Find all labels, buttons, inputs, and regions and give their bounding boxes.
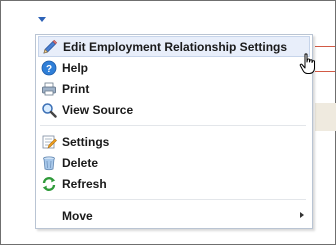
menu-item-label: Settings: [62, 134, 110, 149]
menu-separator: [40, 199, 306, 200]
menu-item-label: Print: [62, 81, 90, 96]
menu-item-label: Delete: [62, 155, 99, 170]
menu-item-label: Move: [62, 208, 93, 223]
context-menu: Edit Employment Relationship Settings ? …: [35, 34, 313, 229]
menu-item-print[interactable]: Print: [38, 78, 310, 99]
pencil-icon: [41, 38, 59, 56]
menu-item-move[interactable]: Move: [38, 205, 310, 226]
menu-item-view-source[interactable]: View Source: [38, 99, 310, 120]
menu-item-label: View Source: [62, 102, 134, 117]
menu-item-icon-placeholder: [40, 207, 58, 225]
menu-item-help[interactable]: ? Help: [38, 57, 310, 78]
settings-icon: [40, 133, 58, 151]
background-panel: [315, 103, 336, 131]
menu-separator: [40, 125, 306, 126]
menu-item-refresh[interactable]: Refresh: [38, 173, 310, 194]
trash-icon: [40, 154, 58, 172]
svg-text:?: ?: [46, 64, 52, 75]
background-rule: [315, 46, 335, 47]
refresh-icon: [40, 175, 58, 193]
menu-item-edit-employment-relationship-settings[interactable]: Edit Employment Relationship Settings: [38, 36, 310, 57]
menu-dropdown-trigger[interactable]: [38, 17, 46, 22]
help-icon: ?: [40, 59, 58, 77]
print-icon: [40, 80, 58, 98]
hand-pointer-cursor-icon: [299, 53, 315, 74]
menu-item-label: Refresh: [62, 176, 107, 191]
submenu-arrow-icon: [300, 212, 304, 218]
menu-item-label: Edit Employment Relationship Settings: [63, 39, 288, 54]
menu-item-delete[interactable]: Delete: [38, 152, 310, 173]
menu-item-label: Help: [62, 60, 89, 75]
magnifier-icon: [40, 101, 58, 119]
screenshot-frame: Edit Employment Relationship Settings ? …: [0, 0, 336, 245]
menu-item-settings[interactable]: Settings: [38, 131, 310, 152]
